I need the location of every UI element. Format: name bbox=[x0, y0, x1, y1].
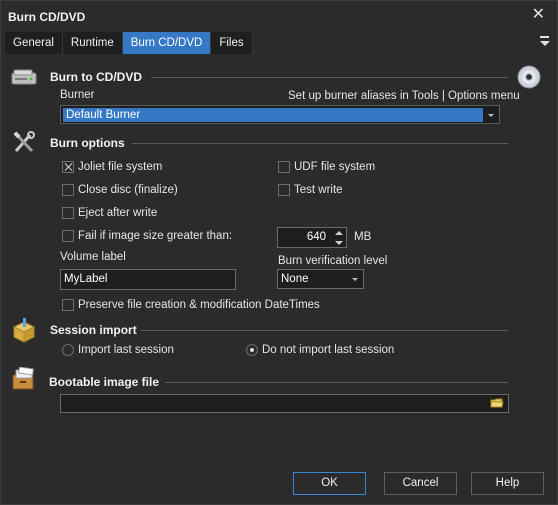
udf-label[interactable]: UDF file system bbox=[294, 161, 375, 173]
import-last-session-radio[interactable] bbox=[62, 344, 74, 356]
chevron-down-icon bbox=[488, 114, 494, 117]
verification-level-caption: Burn verification level bbox=[278, 255, 388, 267]
size-limit-input[interactable]: 640 bbox=[277, 227, 347, 248]
close-icon[interactable]: ✕ bbox=[532, 7, 545, 23]
test-write-checkbox[interactable] bbox=[278, 184, 290, 196]
bootable-image-section-title: Bootable image file bbox=[49, 375, 160, 389]
udf-checkbox[interactable] bbox=[278, 161, 290, 173]
no-import-session-radio[interactable] bbox=[246, 344, 258, 356]
size-limit-stepper bbox=[331, 228, 345, 248]
ok-button[interactable]: OK bbox=[293, 472, 366, 495]
burner-aliases-hint: Set up burner aliases in Tools | Options… bbox=[288, 90, 520, 102]
size-limit-value: 640 bbox=[306, 231, 326, 243]
tab-strip: General Runtime Burn CD/DVD Files bbox=[5, 32, 253, 54]
burner-value: Default Burner bbox=[66, 109, 141, 121]
disc-icon bbox=[517, 65, 541, 89]
section-divider bbox=[165, 382, 508, 383]
verification-level-value: None bbox=[281, 273, 309, 285]
help-button[interactable]: Help bbox=[471, 472, 544, 495]
spin-up-icon[interactable] bbox=[331, 228, 345, 238]
volume-label-caption: Volume label bbox=[60, 251, 126, 263]
burn-options-section-title: Burn options bbox=[50, 136, 125, 150]
eject-label[interactable]: Eject after write bbox=[78, 207, 157, 219]
test-write-label[interactable]: Test write bbox=[294, 184, 343, 196]
folder-icon[interactable] bbox=[490, 396, 506, 412]
fail-size-label[interactable]: Fail if image size greater than: bbox=[78, 230, 232, 242]
chevron-down-icon bbox=[352, 278, 358, 281]
burner-select[interactable]: Default Burner bbox=[60, 105, 500, 124]
tab-files[interactable]: Files bbox=[211, 32, 253, 54]
tab-burn-cd-dvd[interactable]: Burn CD/DVD bbox=[122, 32, 212, 54]
tab-general[interactable]: General bbox=[5, 32, 63, 54]
section-divider bbox=[141, 330, 508, 331]
volume-label-input[interactable]: MyLabel bbox=[60, 269, 236, 290]
title-bar: Burn CD/DVD ✕ bbox=[1, 1, 557, 31]
spin-down-icon[interactable] bbox=[331, 238, 345, 248]
preserve-datetimes-checkbox[interactable] bbox=[62, 299, 74, 311]
disc-drive-icon bbox=[11, 67, 37, 87]
joliet-checkbox[interactable] bbox=[62, 161, 74, 173]
no-import-session-label[interactable]: Do not import last session bbox=[262, 344, 394, 356]
joliet-label[interactable]: Joliet file system bbox=[78, 161, 162, 173]
cancel-button[interactable]: Cancel bbox=[384, 472, 457, 495]
session-import-section-title: Session import bbox=[50, 323, 137, 337]
tools-icon bbox=[12, 131, 38, 155]
archive-box-icon bbox=[11, 317, 37, 343]
preserve-datetimes-label[interactable]: Preserve file creation & modification Da… bbox=[78, 299, 320, 311]
burner-label: Burner bbox=[60, 89, 95, 101]
size-unit-label: MB bbox=[354, 231, 372, 243]
import-last-session-label[interactable]: Import last session bbox=[78, 344, 174, 356]
dialog-window: Burn CD/DVD ✕ General Runtime Burn CD/DV… bbox=[0, 0, 558, 505]
tab-runtime[interactable]: Runtime bbox=[62, 32, 123, 54]
verification-level-select[interactable]: None bbox=[277, 269, 364, 289]
bootable-image-path-input[interactable] bbox=[60, 394, 509, 413]
section-divider bbox=[132, 143, 508, 144]
volume-label-value: MyLabel bbox=[64, 273, 108, 285]
section-divider bbox=[151, 77, 508, 78]
close-disc-label[interactable]: Close disc (finalize) bbox=[78, 184, 178, 196]
menu-icon[interactable] bbox=[539, 35, 551, 47]
window-title: Burn CD/DVD bbox=[8, 10, 86, 24]
close-disc-checkbox[interactable] bbox=[62, 184, 74, 196]
eject-checkbox[interactable] bbox=[62, 207, 74, 219]
fail-size-checkbox[interactable] bbox=[62, 230, 74, 242]
burn-to-section-title: Burn to CD/DVD bbox=[50, 70, 142, 84]
card-file-icon bbox=[11, 366, 37, 391]
